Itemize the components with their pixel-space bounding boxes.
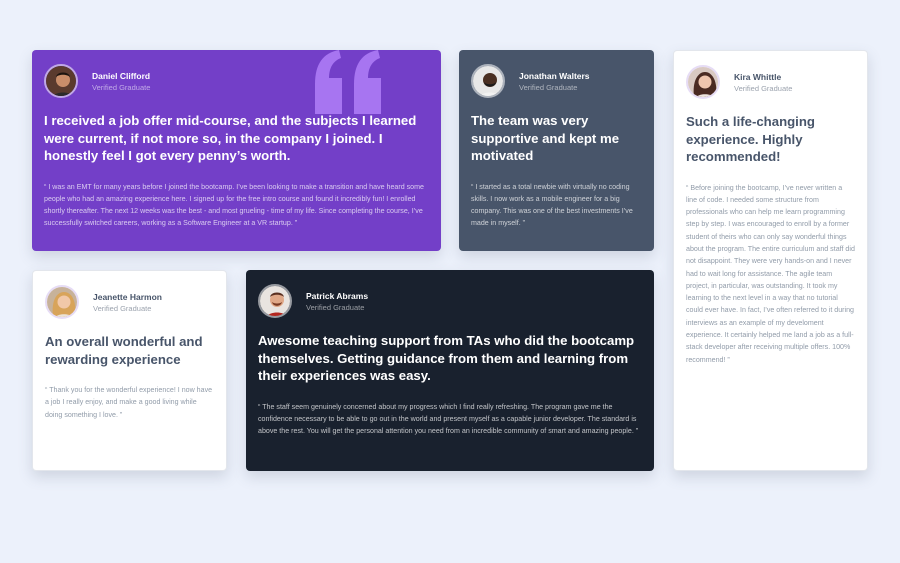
author-role: Verified Graduate [519, 82, 578, 92]
testimonial-quote: “ Thank you for the wonderful experience… [45, 386, 213, 419]
card-header: Patrick Abrams Verified Graduate [258, 284, 642, 318]
author-role: Verified Graduate [734, 83, 793, 93]
avatar [44, 64, 78, 98]
avatar [45, 285, 79, 319]
testimonial-headline: I received a job offer mid-course, and t… [44, 113, 417, 163]
card-header: Jeanette Harmon Verified Graduate [45, 285, 214, 319]
testimonial-card-patrick: Patrick Abrams Verified Graduate Awesome… [246, 270, 654, 471]
author-role: Verified Graduate [306, 302, 365, 312]
testimonial-headline: An overall wonderful and rewarding exper… [45, 334, 203, 367]
avatar [686, 65, 720, 99]
testimonial-quote: “ The staff seem genuinely concerned abo… [258, 402, 639, 436]
author-name: Daniel Clifford [92, 70, 151, 81]
testimonial-quote: “ I was an EMT for many years before I j… [44, 182, 424, 228]
card-header: Daniel Clifford Verified Graduate [44, 64, 429, 98]
card-header: Kira Whittle Verified Graduate [686, 65, 855, 99]
card-header: Jonathan Walters Verified Graduate [471, 64, 642, 98]
testimonial-headline: Such a life-changing experience. Highly … [686, 114, 815, 164]
testimonial-card-jeanette: Jeanette Harmon Verified Graduate An ove… [32, 270, 227, 471]
author-role: Verified Graduate [92, 82, 151, 92]
testimonial-headline: Awesome teaching support from TAs who di… [258, 333, 635, 383]
testimonial-quote: “ I started as a total newbie with virtu… [471, 182, 633, 228]
author-name: Jonathan Walters [519, 70, 590, 81]
avatar [471, 64, 505, 98]
testimonial-card-jonathan: Jonathan Walters Verified Graduate The t… [459, 50, 654, 251]
testimonial-card-kira: Kira Whittle Verified Graduate Such a li… [673, 50, 868, 471]
testimonial-headline: The team was very supportive and kept me… [471, 113, 620, 163]
testimonial-quote: “ Before joining the bootcamp, I’ve neve… [686, 183, 855, 364]
testimonial-card-daniel: Daniel Clifford Verified Graduate I rece… [32, 50, 441, 251]
author-role: Verified Graduate [93, 303, 152, 313]
author-name: Jeanette Harmon [93, 291, 162, 302]
avatar [258, 284, 292, 318]
author-name: Kira Whittle [734, 71, 782, 82]
author-name: Patrick Abrams [306, 290, 369, 301]
